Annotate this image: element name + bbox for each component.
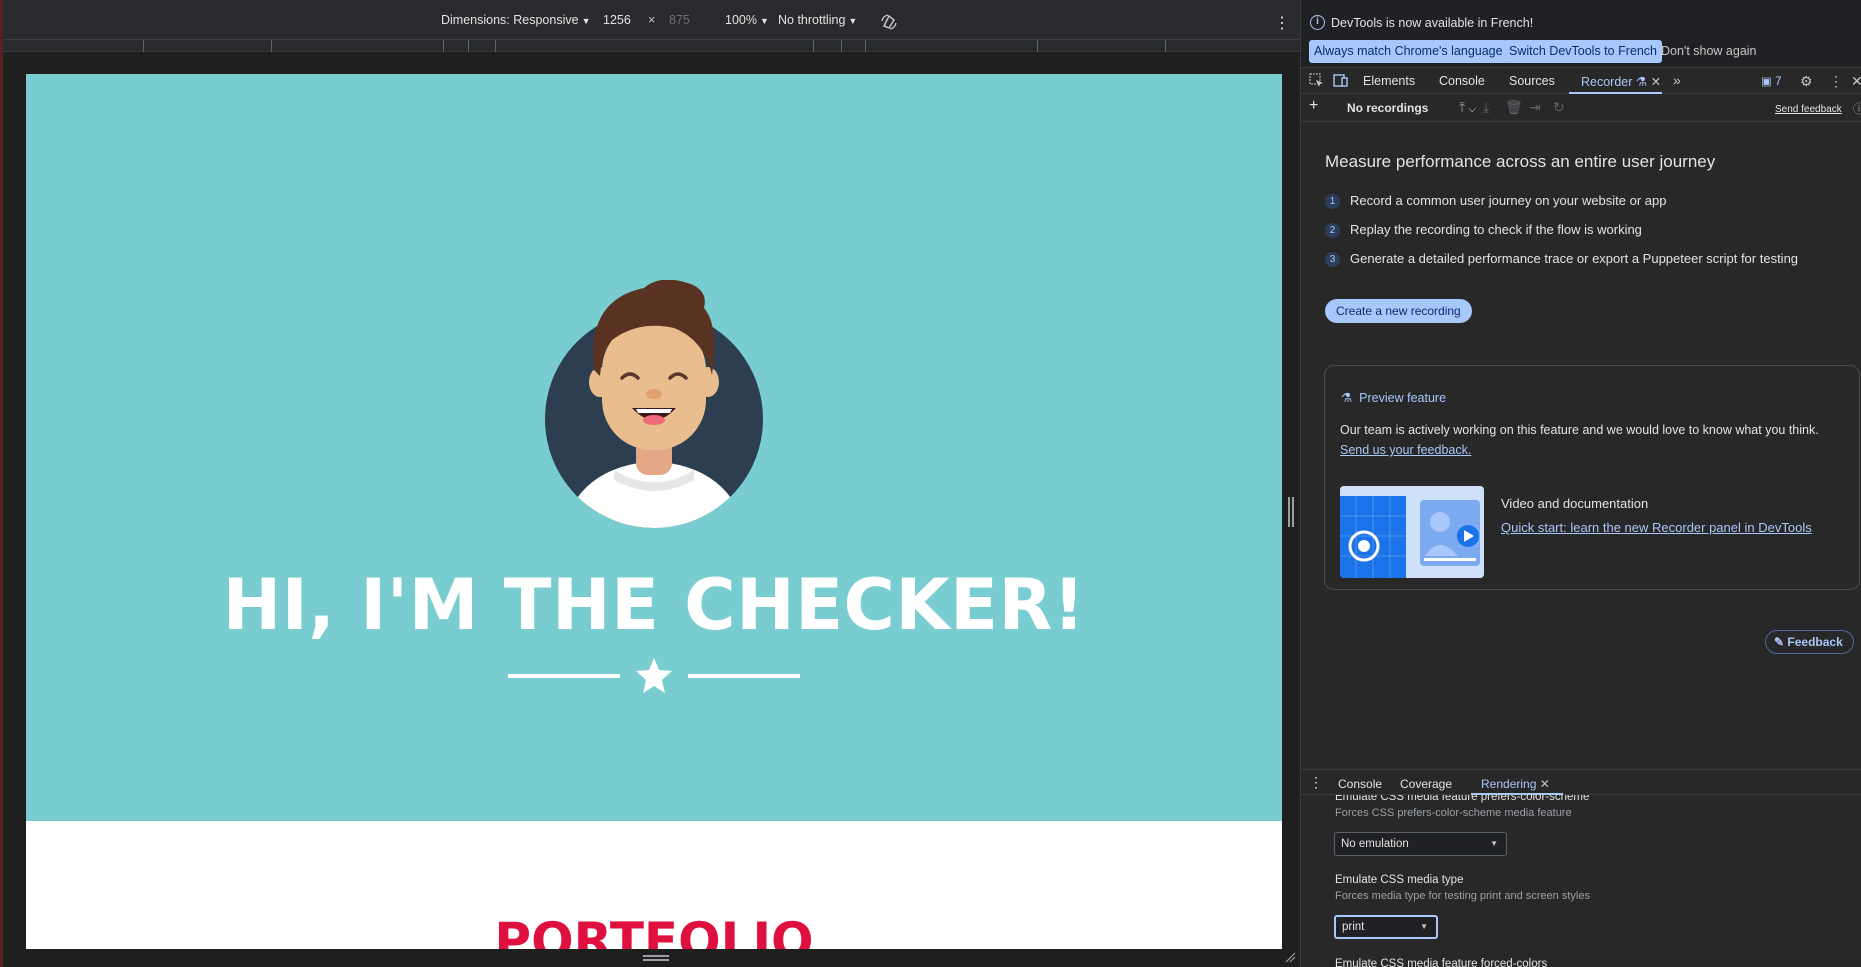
- resize-handle-bottom[interactable]: [643, 955, 669, 961]
- recorder-title: Measure performance across an entire use…: [1325, 152, 1716, 171]
- close-devtools-icon[interactable]: ✕: [1851, 73, 1861, 90]
- send-feedback-link[interactable]: Send us your feedback.: [1340, 443, 1471, 457]
- step-replay-icon: ↻: [1553, 99, 1565, 115]
- devtools-tabbar: Elements Console Sources Recorder ⚗ ✕ » …: [1301, 68, 1861, 94]
- help-icon[interactable]: ⓘ: [1853, 100, 1861, 117]
- replay-icon: ⇥: [1529, 99, 1541, 115]
- resize-handle-right[interactable]: [1288, 497, 1294, 527]
- height-input[interactable]: 875: [669, 13, 690, 27]
- feedback-icon: ✎: [1774, 635, 1785, 649]
- throttling-dropdown[interactable]: No throttling ▼: [778, 13, 857, 27]
- setting-subtitle: Forces media type for testing print and …: [1335, 890, 1590, 902]
- setting-title: Emulate CSS media type: [1335, 874, 1464, 886]
- language-infobar: i DevTools is now available in French! A…: [1301, 0, 1861, 68]
- list-item: 1 Record a common user journey on your we…: [1325, 193, 1667, 209]
- flask-icon: ⚗: [1341, 391, 1353, 405]
- device-toolbar-icon[interactable]: [1333, 73, 1349, 91]
- preview-text: Our team is actively working on this fea…: [1340, 423, 1819, 457]
- prefers-color-scheme-select[interactable]: No emulation ▼: [1334, 832, 1507, 856]
- drawer-tabbar: ⋮ Console Coverage Rendering ✕: [1301, 770, 1861, 795]
- message-icon: ▣: [1761, 76, 1772, 88]
- drawer-tab-rendering[interactable]: Rendering ✕: [1481, 777, 1550, 791]
- video-link[interactable]: Quick start: learn the new Recorder pane…: [1501, 517, 1831, 538]
- match-language-button[interactable]: Always match Chrome's language: [1309, 40, 1508, 63]
- times-separator: ×: [648, 13, 656, 27]
- inspect-element-icon[interactable]: [1309, 73, 1324, 91]
- feedback-button[interactable]: ✎ Feedback: [1765, 630, 1854, 654]
- app-window: Dimensions: Responsive ▼ 1256 × 875 100% ▼…: [0, 0, 1861, 967]
- video-thumbnail[interactable]: [1340, 486, 1484, 578]
- media-query-ruler: [3, 40, 1301, 52]
- recorder-toolbar: + No recordings ⌵ ⤒ ⤓ 🗑 ⇥ ↻ Send feedback…: [1301, 94, 1861, 122]
- tab-recorder[interactable]: Recorder ⚗ ✕: [1581, 74, 1661, 89]
- devtools-panel: i DevTools is now available in French! A…: [1300, 0, 1861, 967]
- setting-title: Emulate CSS media feature prefers-color-…: [1335, 795, 1590, 803]
- tab-sources[interactable]: Sources: [1509, 74, 1555, 88]
- dont-show-again-button[interactable]: Don't show again: [1656, 40, 1762, 63]
- preview-heading: ⚗ Preview feature: [1341, 391, 1447, 405]
- device-emulation-area: Dimensions: Responsive ▼ 1256 × 875 100% ▼…: [0, 0, 1301, 967]
- drawer-tab-console[interactable]: Console: [1338, 777, 1382, 791]
- page-viewport: HI, I'M THE CHECKER! PORTFOLIO: [26, 74, 1282, 949]
- dimensions-dropdown[interactable]: Dimensions: Responsive ▼: [441, 13, 590, 27]
- list-item: 2 Replay the recording to check if the fl…: [1325, 222, 1642, 238]
- bottom-drawer: ⋮ Console Coverage Rendering ✕ Emulate C…: [1301, 769, 1861, 967]
- more-vert-icon[interactable]: ⋮: [1274, 13, 1290, 33]
- infobar-message: DevTools is now available in French!: [1331, 16, 1534, 30]
- caret-down-icon: ▼: [1420, 922, 1428, 931]
- more-vert-icon[interactable]: ⋮: [1829, 73, 1843, 90]
- add-icon[interactable]: +: [1309, 97, 1318, 115]
- tab-elements[interactable]: Elements: [1363, 74, 1415, 88]
- info-icon: i: [1310, 15, 1325, 30]
- tab-console[interactable]: Console: [1439, 74, 1485, 88]
- media-type-select[interactable]: print ▼: [1334, 915, 1438, 939]
- caret-down-icon: ▼: [759, 16, 769, 26]
- issues-counter[interactable]: ▣ 7: [1761, 74, 1781, 88]
- drawer-tab-coverage[interactable]: Coverage: [1400, 777, 1452, 791]
- star-divider: [508, 658, 800, 693]
- chevron-down-icon: ⌵: [1468, 104, 1476, 115]
- avatar: [544, 279, 764, 535]
- close-icon[interactable]: ✕: [1651, 75, 1661, 89]
- create-recording-button[interactable]: Create a new recording: [1325, 299, 1472, 323]
- close-icon[interactable]: ✕: [1540, 777, 1550, 791]
- delete-icon: 🗑: [1505, 99, 1523, 115]
- zoom-dropdown[interactable]: 100% ▼: [725, 13, 769, 27]
- width-input[interactable]: 1256: [603, 13, 631, 27]
- settings-gear-icon[interactable]: ⚙: [1800, 73, 1813, 90]
- send-feedback-link[interactable]: Send feedback: [1775, 104, 1842, 115]
- caret-down-icon: ▼: [1490, 839, 1498, 848]
- hero-section: HI, I'M THE CHECKER!: [26, 74, 1282, 821]
- caret-down-icon: ▼: [581, 16, 591, 26]
- rendering-panel: Emulate CSS media feature prefers-color-…: [1301, 795, 1861, 967]
- download-icon: ⤓: [1483, 99, 1490, 115]
- hero-title: HI, I'M THE CHECKER!: [222, 564, 1086, 646]
- setting-title: Emulate CSS media feature forced-colors: [1335, 958, 1548, 967]
- setting-subtitle: Forces CSS prefers-color-scheme media fe…: [1335, 807, 1572, 819]
- star-icon: [636, 658, 672, 693]
- rotate-icon[interactable]: [880, 13, 898, 34]
- upload-icon[interactable]: ⤒: [1459, 99, 1465, 116]
- drawer-menu-icon[interactable]: ⋮: [1309, 774, 1323, 791]
- device-toolbar: Dimensions: Responsive ▼ 1256 × 875 100% ▼…: [3, 0, 1301, 40]
- recordings-select[interactable]: No recordings ⌵: [1347, 101, 1476, 115]
- flask-icon: ⚗: [1635, 75, 1648, 89]
- switch-to-french-button[interactable]: Switch DevTools to French: [1504, 40, 1662, 63]
- portfolio-heading: PORTFOLIO: [494, 912, 814, 949]
- video-title: Video and documentation: [1501, 496, 1649, 511]
- more-tabs-icon[interactable]: »: [1673, 72, 1681, 88]
- resize-corner-icon[interactable]: [1284, 951, 1296, 963]
- list-item: 3 Generate a detailed performance trace o…: [1325, 251, 1798, 267]
- caret-down-icon: ▼: [848, 16, 858, 26]
- preview-feature-card: ⚗ Preview feature Our team is actively w…: [1324, 365, 1860, 590]
